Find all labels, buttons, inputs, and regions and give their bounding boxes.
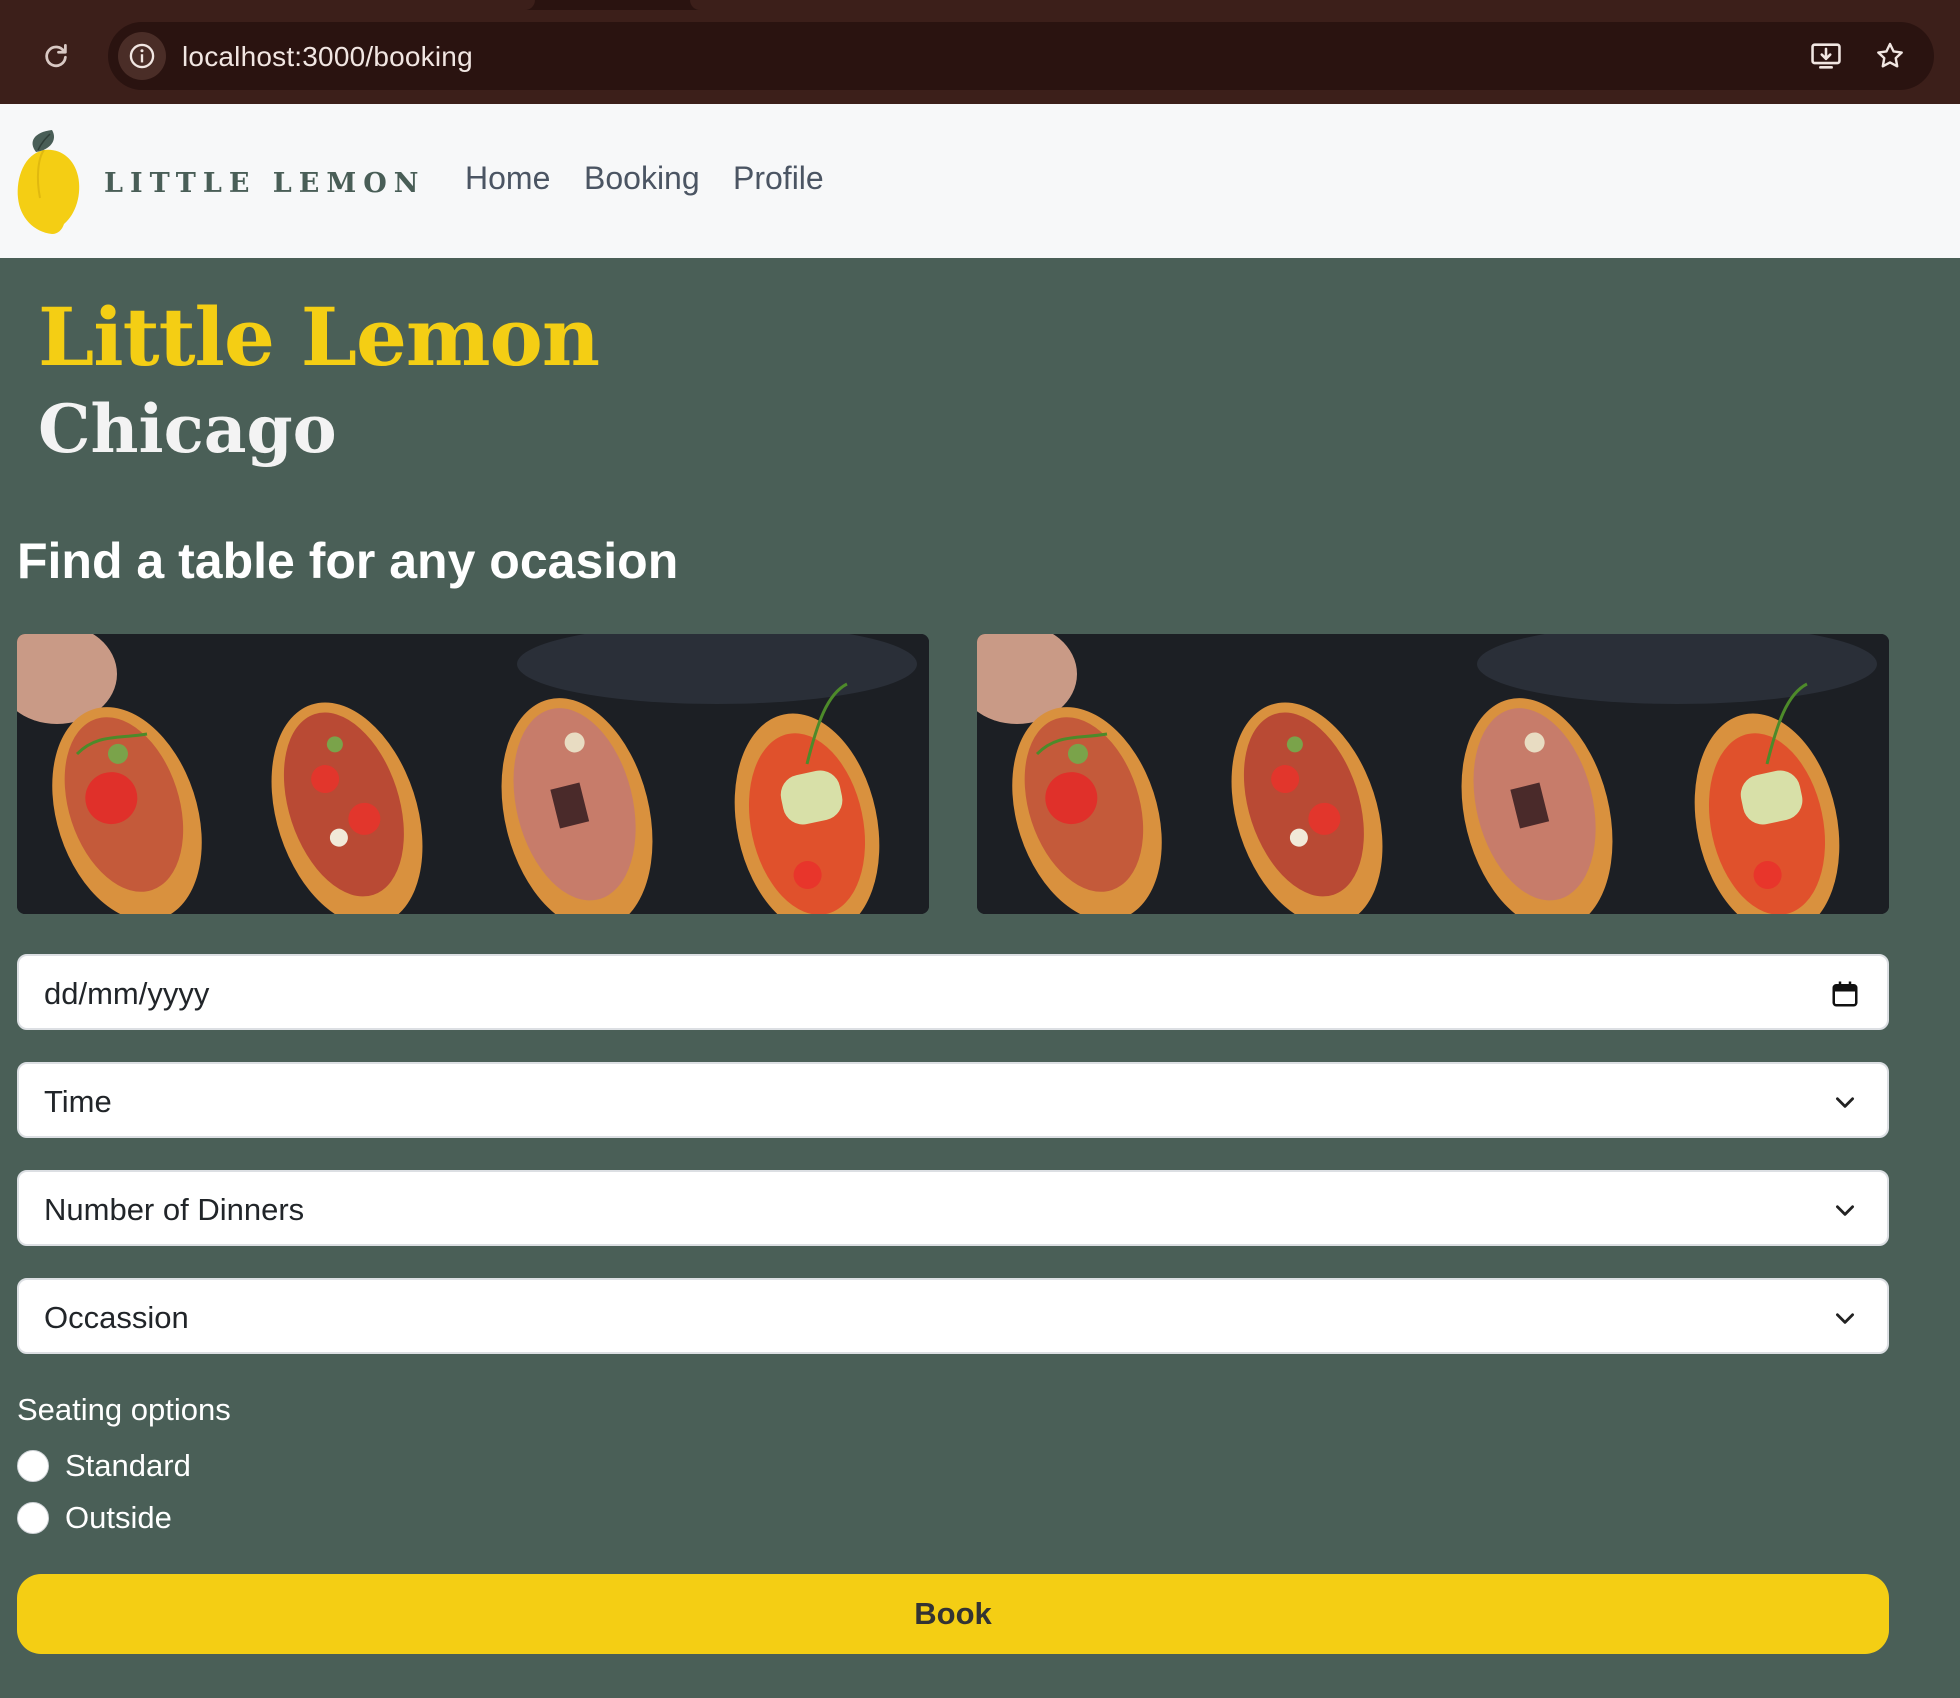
- occasion-select-value: Occassion: [44, 1300, 189, 1335]
- diners-select[interactable]: Number of Dinners: [17, 1170, 1889, 1246]
- lemon-logo-icon[interactable]: [14, 128, 84, 238]
- address-bar[interactable]: localhost:3000/booking: [108, 22, 1934, 90]
- food-photo: [17, 634, 929, 914]
- site-navbar: LITTLE LEMON Home Booking Profile: [0, 104, 1960, 258]
- time-select-value: Time: [44, 1084, 112, 1119]
- bookmark-star-icon[interactable]: [1872, 38, 1908, 74]
- outside-radio[interactable]: [17, 1502, 49, 1534]
- reload-icon[interactable]: [38, 38, 74, 74]
- date-placeholder: dd/mm/yyyy: [44, 976, 210, 1011]
- book-button[interactable]: Book: [17, 1574, 1889, 1654]
- outside-label[interactable]: Outside: [65, 1500, 172, 1536]
- nav-link-home[interactable]: Home: [465, 160, 550, 197]
- hero-title: Little Lemon: [38, 290, 600, 384]
- browser-chrome: localhost:3000/booking: [0, 0, 1960, 104]
- seating-options-legend: Seating options: [17, 1392, 231, 1427]
- food-photo: [977, 634, 1889, 914]
- calendar-icon[interactable]: [1827, 976, 1863, 1012]
- booking-heading: Find a table for any ocasion: [17, 533, 679, 589]
- chevron-down-icon: [1827, 1192, 1863, 1228]
- standard-label[interactable]: Standard: [65, 1448, 191, 1484]
- tab-strip: [0, 0, 1960, 10]
- time-select[interactable]: Time: [17, 1062, 1889, 1138]
- url-text[interactable]: localhost:3000/booking: [182, 41, 473, 73]
- hero-subtitle: Chicago: [38, 390, 337, 468]
- date-input[interactable]: dd/mm/yyyy: [17, 954, 1889, 1030]
- site-info-icon[interactable]: [118, 32, 166, 80]
- logo-wordmark[interactable]: LITTLE LEMON: [104, 168, 425, 199]
- occasion-select[interactable]: Occassion: [17, 1278, 1889, 1354]
- browser-tab[interactable]: [0, 0, 535, 10]
- browser-tab[interactable]: [690, 0, 1960, 10]
- nav-link-profile[interactable]: Profile: [733, 160, 824, 197]
- diners-select-value: Number of Dinners: [44, 1192, 305, 1227]
- install-app-icon[interactable]: [1808, 38, 1844, 74]
- chevron-down-icon: [1827, 1084, 1863, 1120]
- standard-radio[interactable]: [17, 1450, 49, 1482]
- nav-link-booking[interactable]: Booking: [584, 160, 700, 197]
- chevron-down-icon: [1827, 1300, 1863, 1336]
- seating-option-standard[interactable]: Standard: [17, 1446, 191, 1486]
- seating-option-outside[interactable]: Outside: [17, 1498, 172, 1538]
